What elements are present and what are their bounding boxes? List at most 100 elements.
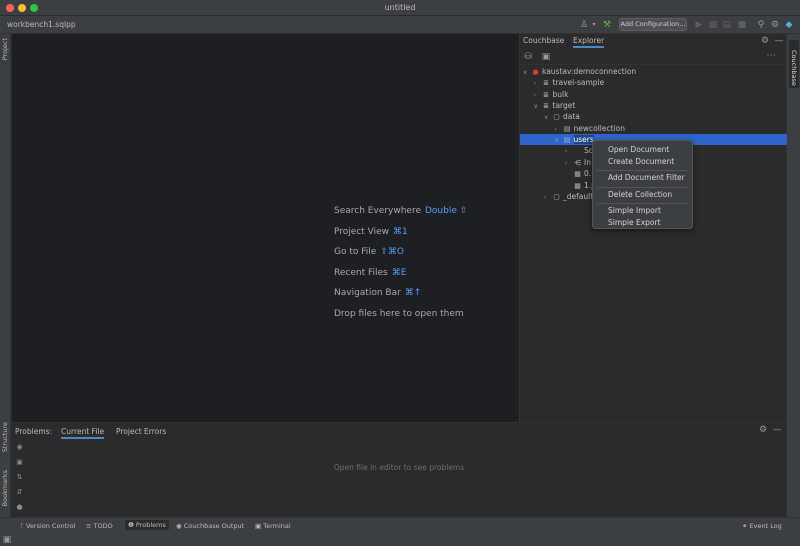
hint-shortcut: ⇧⌘O (380, 247, 404, 257)
run-icon[interactable]: ▶ (693, 19, 705, 31)
couchbase-tool-tab[interactable]: Couchbase (789, 40, 799, 88)
chevron-right-icon[interactable]: › (534, 90, 542, 101)
menu-item[interactable]: Create Document (608, 157, 674, 166)
menu-separator (597, 186, 688, 188)
tree-node[interactable]: › ≣ travel-sample (520, 77, 787, 88)
editor-area[interactable]: Search Everywhere Double ⇧ Project View ⌘1 G… (12, 34, 519, 422)
tree-node-label: bulk (552, 89, 569, 99)
event-log-button[interactable]: ⚭ Event Log (742, 522, 782, 530)
tool-window-button[interactable]: ▣ Terminal (255, 522, 291, 530)
collection-icon: ▤ (563, 136, 571, 145)
settings-icon[interactable]: ⚙ (757, 424, 769, 436)
minimize-icon[interactable]: — (773, 35, 785, 47)
scope-icon: ▢ (553, 192, 560, 201)
menu-item[interactable]: Delete Collection (608, 190, 672, 199)
event-log-label: Event Log (749, 522, 782, 530)
scope-icon: ▢ (553, 113, 560, 122)
bucket-icon: ≣ (543, 79, 549, 88)
editor-hint: Recent Files ⌘E (334, 268, 406, 278)
hint-label: Navigation Bar (334, 288, 401, 298)
collapse-icon[interactable]: ⇵ (15, 488, 24, 496)
tool-window-label: Terminal (263, 522, 291, 530)
structure-tool-tab[interactable]: Structure (1, 422, 9, 452)
editor-hint: Navigation Bar ⌘↑ (334, 288, 421, 298)
chevron-down-icon[interactable]: ∨ (534, 101, 542, 112)
hint-shortcut: ⌘1 (393, 226, 408, 237)
hint-label: Project View (334, 226, 390, 237)
settings-icon[interactable]: ⚙ (769, 19, 781, 31)
layout-icon[interactable]: ▣ (1, 534, 13, 546)
tree-node[interactable]: ∨ ≣ target (520, 100, 787, 111)
chevron-right-icon[interactable]: › (555, 124, 563, 135)
event-log-icon: ⚭ (742, 522, 750, 530)
tool-window-button[interactable]: ◉ Couchbase Output (176, 522, 244, 530)
stop-icon[interactable]: ■ (736, 19, 748, 31)
debug-icon[interactable]: ▩ (707, 19, 719, 31)
bookmarks-tool-tab[interactable]: Bookmarks (1, 470, 9, 506)
right-tool-strip: Couchbase (786, 34, 800, 534)
tab-explorer[interactable]: Explorer (573, 36, 605, 48)
file-breadcrumb[interactable]: workbench1.sqlpp (7, 20, 76, 29)
tool-window-label: Version Control (25, 522, 76, 530)
search-icon[interactable]: ⚲ (755, 19, 767, 31)
tab-current-file[interactable]: Current File (61, 427, 105, 439)
tree-node-label: travel-sample (552, 78, 605, 88)
tree-node-label: newcollection (573, 123, 626, 133)
tool-window-button[interactable]: ≡ TODO (86, 522, 113, 530)
tree-node-label: target (552, 101, 576, 111)
menu-separator (597, 203, 688, 204)
settings-icon[interactable]: ⚙ (759, 35, 771, 47)
chevron-right-icon[interactable]: › (565, 146, 573, 157)
hint-shortcut: Double ⇧ (425, 206, 468, 216)
tree-node-label: users (573, 135, 594, 145)
panel-tabs: Couchbase Explorer ⚙ — (520, 34, 787, 48)
tool-window-icon: ≡ (86, 522, 94, 530)
menu-item[interactable]: Simple Export (608, 218, 661, 227)
chevron-down-icon[interactable]: ∨ (523, 67, 531, 78)
tool-window-button[interactable]: ᚴ Version Control (20, 522, 75, 530)
editor-hint: Search Everywhere Double ⇧ (334, 206, 467, 216)
index-icon: ⋲ (574, 158, 581, 167)
chevron-right-icon[interactable]: › (534, 78, 542, 89)
tab-project-errors[interactable]: Project Errors (116, 427, 166, 436)
tool-window-button[interactable]: ❶ Problems (125, 520, 169, 530)
tree-node-label: In (584, 157, 591, 167)
tree-node[interactable]: ∨ ● kaustav:democonnection (520, 66, 787, 77)
tool-window-label: Couchbase Output (183, 522, 245, 530)
tree-node-label: 0. (584, 169, 592, 179)
add-configuration-button[interactable]: Add Configuration... (619, 18, 687, 31)
more-options-icon[interactable]: ⋯ (765, 50, 777, 62)
build-icon[interactable]: ⚒ (601, 19, 613, 31)
tree-node[interactable]: ∨ ▢ data (520, 111, 787, 122)
menu-item[interactable]: Simple Import (608, 206, 661, 215)
lightbulb-icon[interactable]: ● (15, 503, 24, 511)
coverage-icon[interactable]: ▤ (721, 19, 733, 31)
window-title: untitled (384, 3, 416, 12)
tool-window-icon: ❶ (128, 521, 136, 529)
minimize-icon[interactable]: — (771, 424, 783, 436)
hint-label: Search Everywhere (334, 206, 421, 216)
bucket-icon: ≣ (543, 90, 549, 99)
tree-node[interactable]: › ≣ bulk (520, 89, 787, 100)
chevron-down-icon[interactable]: ▾ (588, 19, 600, 31)
menu-item[interactable]: Open Document (608, 145, 669, 154)
chevron-down-icon[interactable]: ∨ (555, 135, 563, 146)
tree-node-label: kaustav:democonnection (542, 67, 637, 76)
tool-window-icon: ◉ (176, 522, 184, 530)
chevron-right-icon[interactable]: › (565, 158, 573, 169)
project-tool-tab[interactable]: Project (1, 38, 9, 60)
menu-item[interactable]: Add Document Filter (608, 173, 685, 182)
chevron-right-icon[interactable]: › (544, 192, 552, 203)
status-bar: ᚴ Version Control ≡ TODO ❶ Problems ◉ Couch… (0, 517, 800, 534)
editor-hint: Go to File ⇧⌘O (334, 247, 404, 257)
database-icon[interactable]: ⛁ (522, 51, 534, 63)
expand-icon[interactable]: ⇅ (15, 473, 24, 481)
tree-node[interactable]: › ▤ newcollection (520, 123, 787, 134)
tab-couchbase[interactable]: Couchbase (523, 36, 564, 45)
bucket-icon: ≣ (543, 102, 549, 111)
window-icon[interactable]: ▣ (540, 51, 552, 63)
title-bar: untitled (0, 0, 800, 16)
plugin-icon[interactable]: ◆ (783, 19, 795, 31)
eye-icon[interactable]: ◉ (15, 443, 24, 451)
chevron-down-icon[interactable]: ∨ (544, 112, 552, 123)
